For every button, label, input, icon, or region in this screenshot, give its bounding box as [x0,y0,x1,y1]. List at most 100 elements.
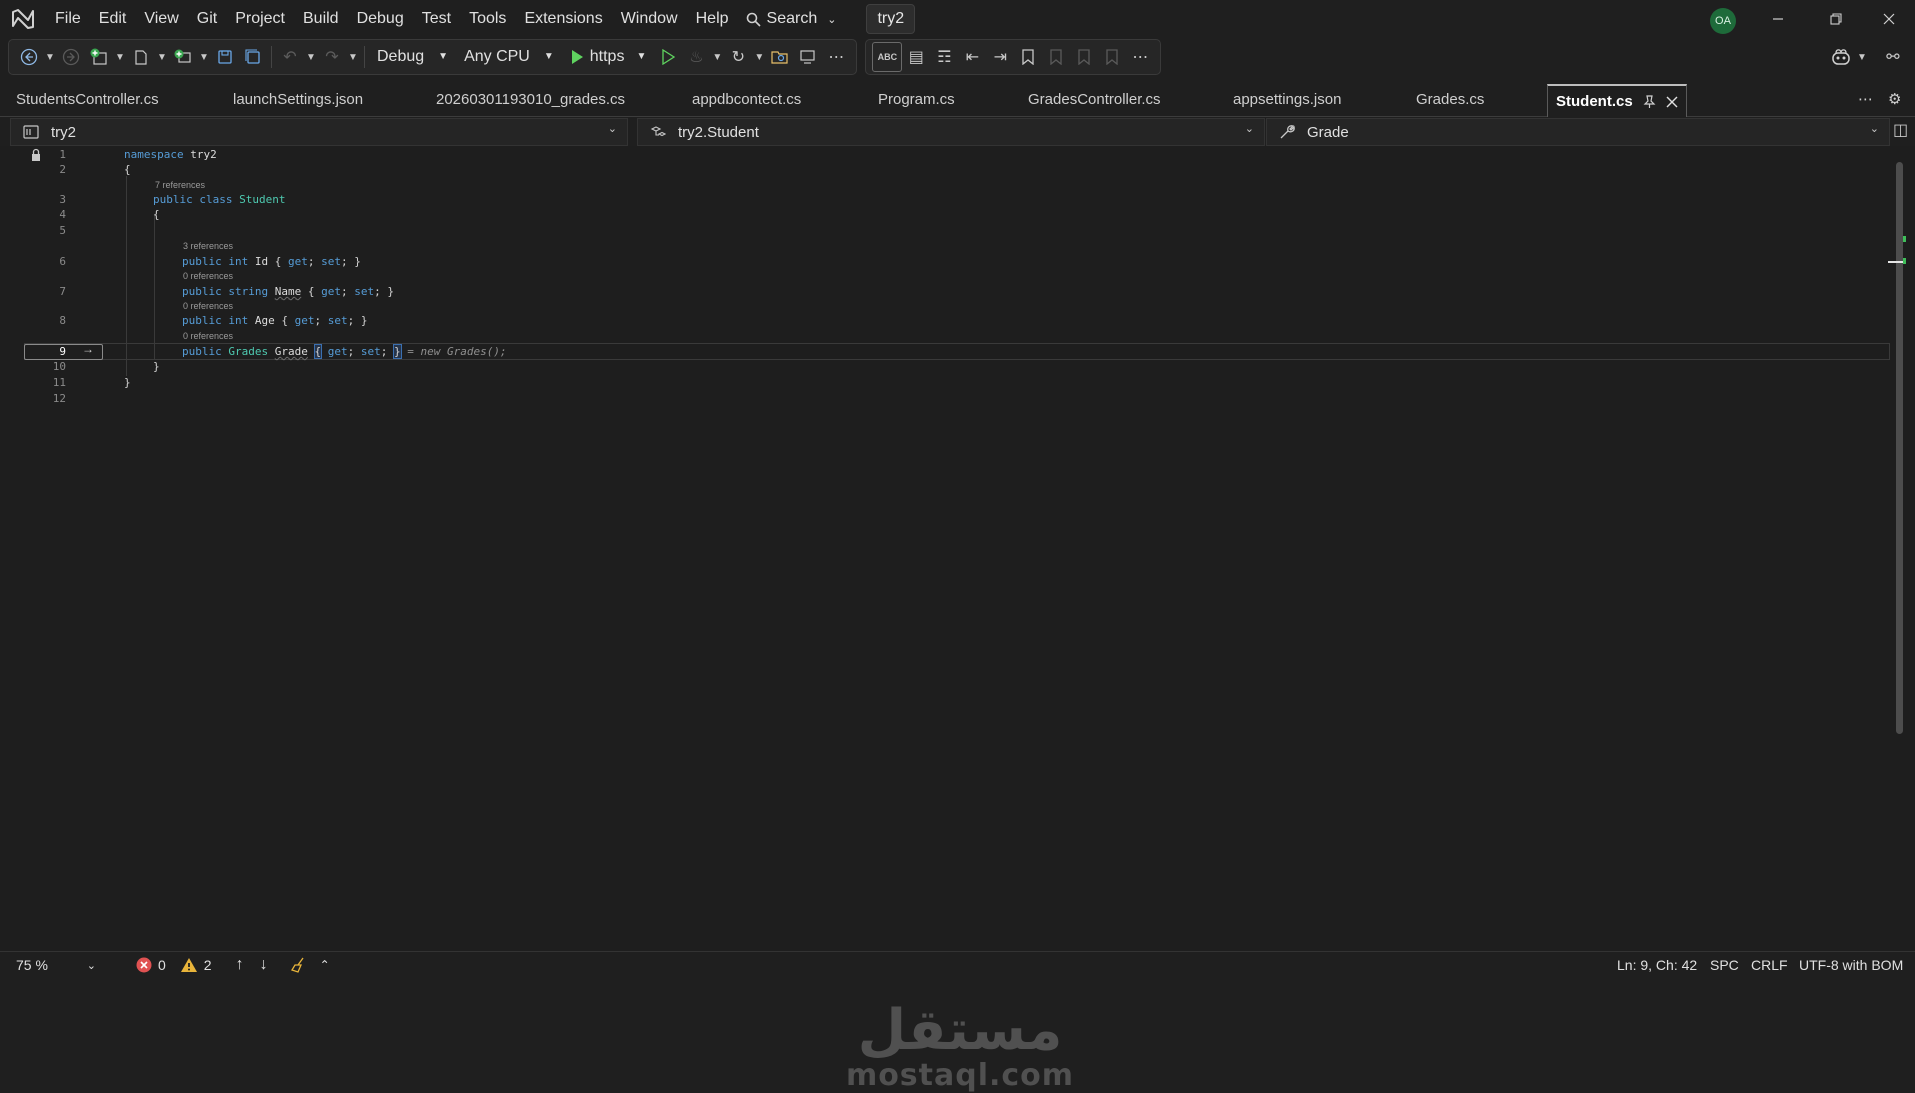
tab-overflow-icon[interactable]: ⋯ [1858,84,1873,116]
open-file-icon[interactable] [127,43,155,71]
save-all-icon[interactable] [239,43,267,71]
navigate-back-icon[interactable] [15,43,43,71]
redo-icon[interactable]: ↷ [318,43,346,71]
chevron-down-icon[interactable]: ▼ [197,52,211,63]
minimize-button[interactable] [1755,0,1801,38]
parameter-info-icon[interactable]: ☶ [930,43,958,71]
menu-debug[interactable]: Debug [348,4,413,34]
keyword-public: public [182,255,222,268]
wrench-icon [1279,124,1299,140]
member-dropdown[interactable]: Grade ⌄ [1266,118,1890,146]
warning-count-button[interactable]: 2 [180,952,212,978]
chevron-down-icon[interactable]: ▼ [304,52,318,63]
more-options-icon[interactable]: ⋯ [1126,43,1154,71]
next-issue-icon[interactable]: ↓ [260,952,268,978]
tab-program[interactable]: Program.cs [878,84,955,116]
menu-test[interactable]: Test [413,4,460,34]
line-number: 10 [52,360,66,373]
chevron-up-icon[interactable]: ⌃ [320,952,330,978]
chevron-down-icon[interactable]: ▼ [1855,52,1869,63]
menu-edit[interactable]: Edit [90,4,136,34]
scrollbar-thumb[interactable] [1896,162,1903,734]
split-window-icon[interactable]: ◫ [1893,120,1908,140]
indent-icon[interactable]: ⇥ [986,43,1014,71]
close-window-button[interactable] [1866,0,1912,38]
menu-help[interactable]: Help [687,4,738,34]
menu-build[interactable]: Build [294,4,348,34]
chevron-down-icon[interactable]: ▼ [346,52,360,63]
spell-check-icon[interactable]: ABC [872,42,903,72]
tab-appdbcontect[interactable]: appdbcontect.cs [692,84,801,116]
find-in-files-icon[interactable] [766,43,794,71]
code-editor[interactable]: → 1 2 3 4 5 6 7 8 9 10 11 12 namespace t… [0,146,1915,1091]
menu-git[interactable]: Git [188,4,226,34]
undo-icon[interactable]: ↶ [276,43,304,71]
solution-name-badge[interactable]: try2 [866,4,916,34]
vertical-scrollbar[interactable] [1888,146,1906,951]
hot-reload-icon[interactable]: ♨ [682,43,710,71]
restart-icon[interactable]: ↻ [724,43,752,71]
menu-view[interactable]: View [135,4,187,34]
new-project-icon[interactable] [85,43,113,71]
tab-appsettings[interactable]: appsettings.json [1233,84,1341,116]
chevron-down-icon: ▼ [636,51,647,62]
menu-project[interactable]: Project [226,4,294,34]
indentation-mode[interactable]: SPC [1710,952,1739,978]
open-brace: { [274,255,282,268]
user-avatar[interactable]: OA [1710,8,1736,34]
live-share-icon[interactable]: ⚯ [1879,43,1907,71]
tab-studentscontroller[interactable]: StudentsController.cs [16,84,159,116]
add-item-icon[interactable] [169,43,197,71]
platform-select[interactable]: Any CPU ▼ [456,43,562,71]
previous-issue-icon[interactable]: ↑ [236,952,244,978]
browser-link-icon[interactable] [794,43,822,71]
codelens-grade-references[interactable]: 0 references [183,331,233,341]
chevron-down-icon[interactable]: ▼ [155,52,169,63]
zoom-select[interactable]: 75 % ⌄ [16,952,96,978]
previous-bookmark-icon[interactable] [1042,43,1070,71]
chevron-down-icon[interactable]: ▼ [710,52,724,63]
copilot-icon[interactable] [1827,43,1855,71]
type-dropdown[interactable]: try2.Student ⌄ [637,118,1265,146]
bookmark-icon[interactable] [1014,43,1042,71]
search-button[interactable]: Search ⌄ [738,4,845,34]
navigate-forward-icon[interactable] [57,43,85,71]
close-tab-icon[interactable] [1666,96,1678,108]
status-bar: 75 % ⌄ 0 2 ↑ ↓ ⌃ Ln: 9, Ch: 42 SPC CRLF … [0,951,1915,978]
more-options-icon[interactable]: ⋯ [822,43,850,71]
tab-grades[interactable]: Grades.cs [1416,84,1484,116]
next-bookmark-icon[interactable] [1070,43,1098,71]
line-ending[interactable]: CRLF [1751,952,1788,978]
tab-launchsettings[interactable]: launchSettings.json [233,84,363,116]
cursor-position[interactable]: Ln: 9, Ch: 42 [1617,952,1697,978]
quick-info-icon[interactable]: ▤ [902,43,930,71]
codelens-class-references[interactable]: 7 references [155,180,205,190]
code-cleanup-icon[interactable] [290,952,308,978]
save-icon[interactable] [211,43,239,71]
error-count-button[interactable]: 0 [136,952,166,978]
start-debugging-button[interactable]: https ▼ [562,43,655,71]
codelens-age-references[interactable]: 0 references [183,301,233,311]
codelens-name-references[interactable]: 0 references [183,271,233,281]
tab-grades-migration[interactable]: 20260301193010_grades.cs [436,84,625,116]
configuration-select[interactable]: Debug ▼ [369,43,456,71]
menu-window[interactable]: Window [612,4,687,34]
start-without-debugging-icon[interactable] [654,43,682,71]
settings-gear-icon[interactable]: ⚙ [1888,84,1901,116]
clear-bookmarks-icon[interactable] [1098,43,1126,71]
outdent-icon[interactable]: ⇤ [958,43,986,71]
tab-gradescontroller[interactable]: GradesController.cs [1028,84,1161,116]
pin-icon[interactable] [1643,94,1656,109]
menu-extensions[interactable]: Extensions [515,4,611,34]
restore-button[interactable] [1813,0,1859,38]
chevron-down-icon[interactable]: ▼ [113,52,127,63]
file-encoding[interactable]: UTF-8 with BOM [1799,952,1903,978]
chevron-down-icon[interactable]: ▼ [43,52,57,63]
chevron-down-icon[interactable]: ▼ [752,52,766,63]
warning-count: 2 [203,957,212,973]
codelens-id-references[interactable]: 3 references [183,241,233,251]
menu-file[interactable]: File [46,4,90,34]
menu-tools[interactable]: Tools [460,4,515,34]
tab-student[interactable]: Student.cs [1547,84,1687,117]
project-dropdown[interactable]: try2 ⌄ [10,118,628,146]
